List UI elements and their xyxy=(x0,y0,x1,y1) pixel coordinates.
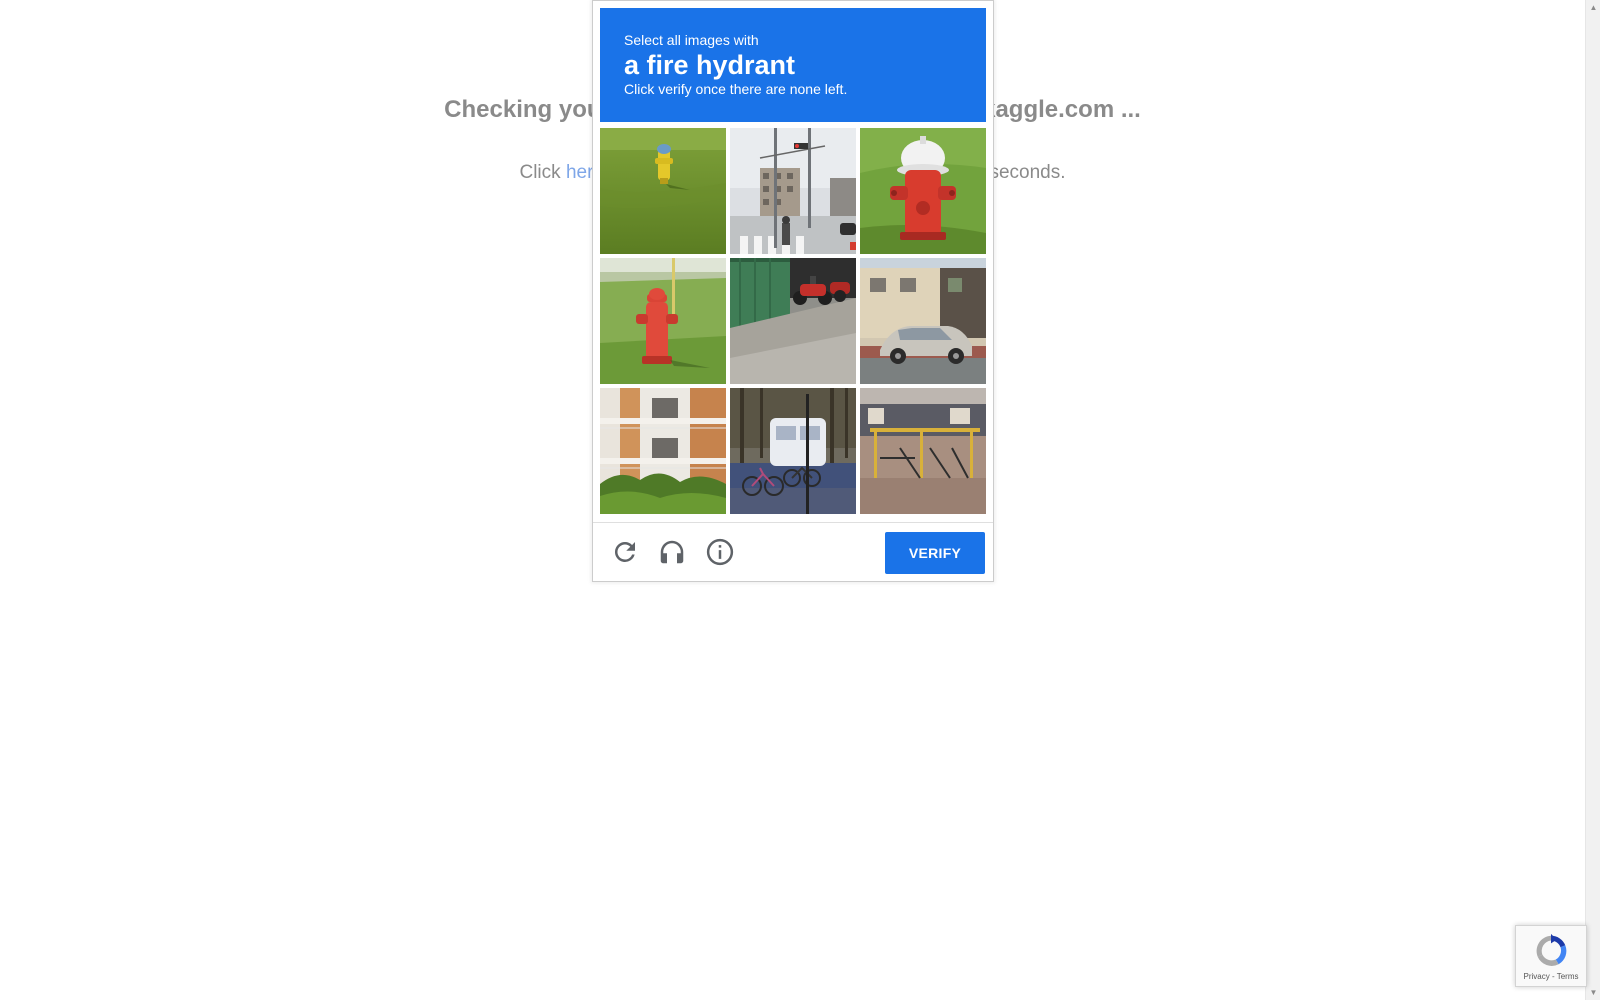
vertical-scrollbar[interactable]: ▲ ▼ xyxy=(1585,0,1600,1000)
info-icon[interactable] xyxy=(705,537,735,567)
captcha-tile-2[interactable] xyxy=(730,128,856,254)
captcha-tile-4[interactable] xyxy=(600,258,726,384)
captcha-target: a fire hydrant xyxy=(624,50,796,80)
scroll-up-arrow-icon[interactable]: ▲ xyxy=(1586,0,1600,15)
captcha-tile-5[interactable] xyxy=(730,258,856,384)
tile-image-playground xyxy=(860,388,986,514)
headphones-icon[interactable] xyxy=(657,537,687,567)
captcha-header: Select all images with a fire hydrant Cl… xyxy=(600,8,986,122)
tile-image-yellow-hydrant xyxy=(600,128,726,254)
captcha-instruction: Select all images with xyxy=(624,32,759,48)
tile-image-red-hydrant-lawn xyxy=(600,258,726,384)
tile-image-silver-car xyxy=(860,258,986,384)
recaptcha-logo-icon xyxy=(1532,932,1570,975)
captcha-image-grid xyxy=(600,128,986,514)
captcha-hint: Click verify once there are none left. xyxy=(624,81,848,97)
captcha-tile-6[interactable] xyxy=(860,258,986,384)
captcha-challenge-dialog: Select all images with a fire hydrant Cl… xyxy=(592,0,994,582)
tile-image-apartment xyxy=(600,388,726,514)
tile-image-motorcycles xyxy=(730,258,856,384)
tile-image-bicycles xyxy=(730,388,856,514)
captcha-tile-9[interactable] xyxy=(860,388,986,514)
recaptcha-badge[interactable]: Privacy - Terms xyxy=(1515,925,1587,987)
redirect-prefix: Click xyxy=(519,162,566,183)
reload-icon[interactable] xyxy=(610,537,640,567)
tile-image-street-crossing xyxy=(730,128,856,254)
captcha-tile-8[interactable] xyxy=(730,388,856,514)
verify-button[interactable]: VERIFY xyxy=(885,532,985,574)
captcha-tile-3[interactable] xyxy=(860,128,986,254)
recaptcha-privacy-terms[interactable]: Privacy - Terms xyxy=(1516,972,1586,982)
captcha-footer: VERIFY xyxy=(593,522,993,582)
scroll-down-arrow-icon[interactable]: ▼ xyxy=(1586,985,1600,1000)
captcha-tile-7[interactable] xyxy=(600,388,726,514)
tile-image-red-hydrant xyxy=(860,128,986,254)
captcha-tile-1[interactable] xyxy=(600,128,726,254)
